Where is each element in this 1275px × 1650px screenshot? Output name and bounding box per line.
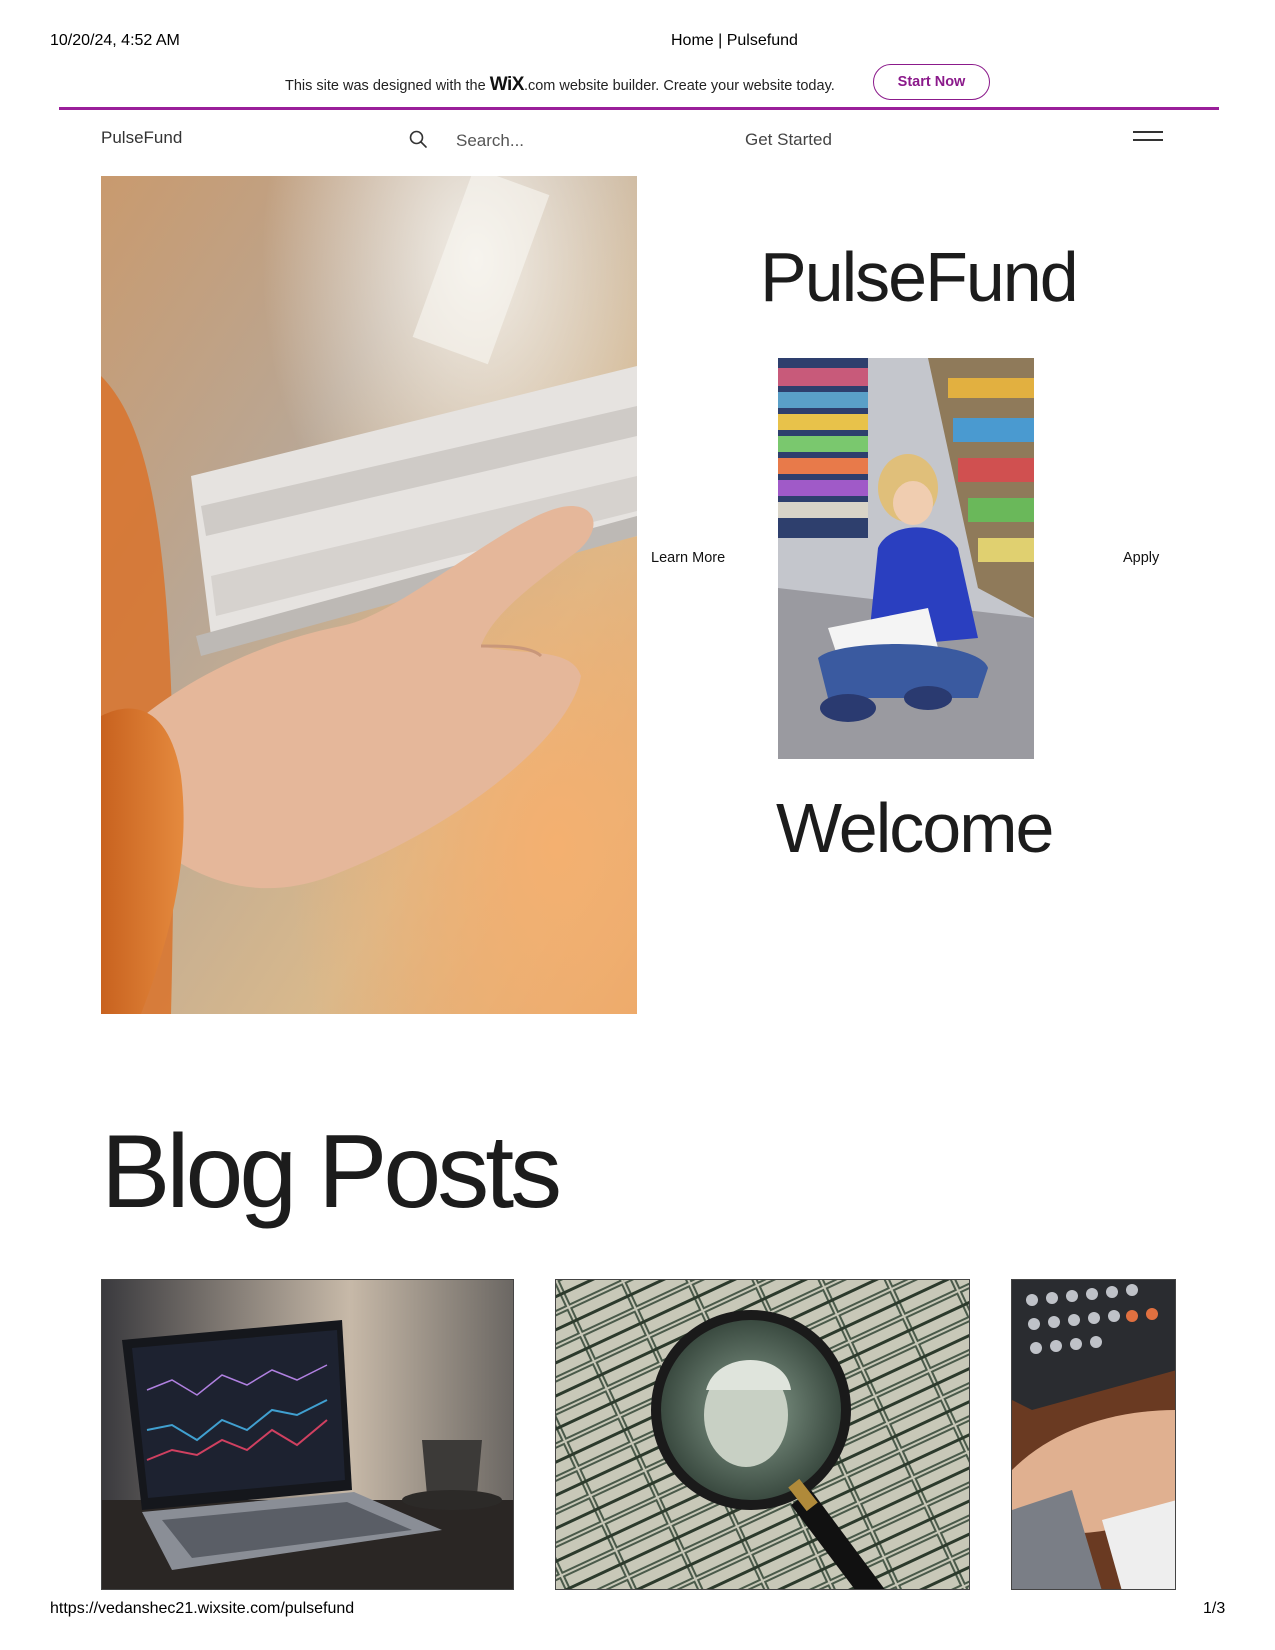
hero-image-reading [101,176,637,1014]
search-input[interactable] [456,128,696,154]
wix-banner: This site was designed with the WiX.com … [0,62,1275,106]
print-datetime: 10/20/24, 4:52 AM [50,32,180,49]
search-icon[interactable] [408,129,428,149]
get-started-link[interactable]: Get Started [745,130,832,150]
print-page-title: Home | Pulsefund [671,32,798,49]
learn-more-link[interactable]: Learn More [651,550,725,566]
blog-post-card-laptop[interactable] [101,1279,514,1590]
hero-title: PulseFund [760,238,1079,316]
wix-banner-text-before: This site was designed with the [285,78,490,94]
site-logo[interactable]: PulseFund [101,128,182,148]
wix-logo: WiX [489,74,525,95]
hamburger-menu-icon[interactable] [1133,131,1165,143]
welcome-heading: Welcome [776,789,1054,867]
start-now-button[interactable]: Start Now [873,64,990,100]
banner-divider [59,107,1219,110]
blog-posts-heading: Blog Posts [101,1114,562,1230]
wix-banner-text-after: .com website builder. Create your websit… [523,78,835,94]
apply-link[interactable]: Apply [1123,550,1159,566]
wix-banner-text: This site was designed with the WiX.com … [285,74,835,96]
blog-post-card-magnifier[interactable] [555,1279,970,1590]
hero-image-child-reading [778,358,1034,759]
print-footer-url: https://vedanshec21.wixsite.com/pulsefun… [50,1600,355,1617]
blog-post-card-calculator[interactable] [1011,1279,1176,1590]
print-footer-page-number: 1/3 [1203,1600,1226,1617]
